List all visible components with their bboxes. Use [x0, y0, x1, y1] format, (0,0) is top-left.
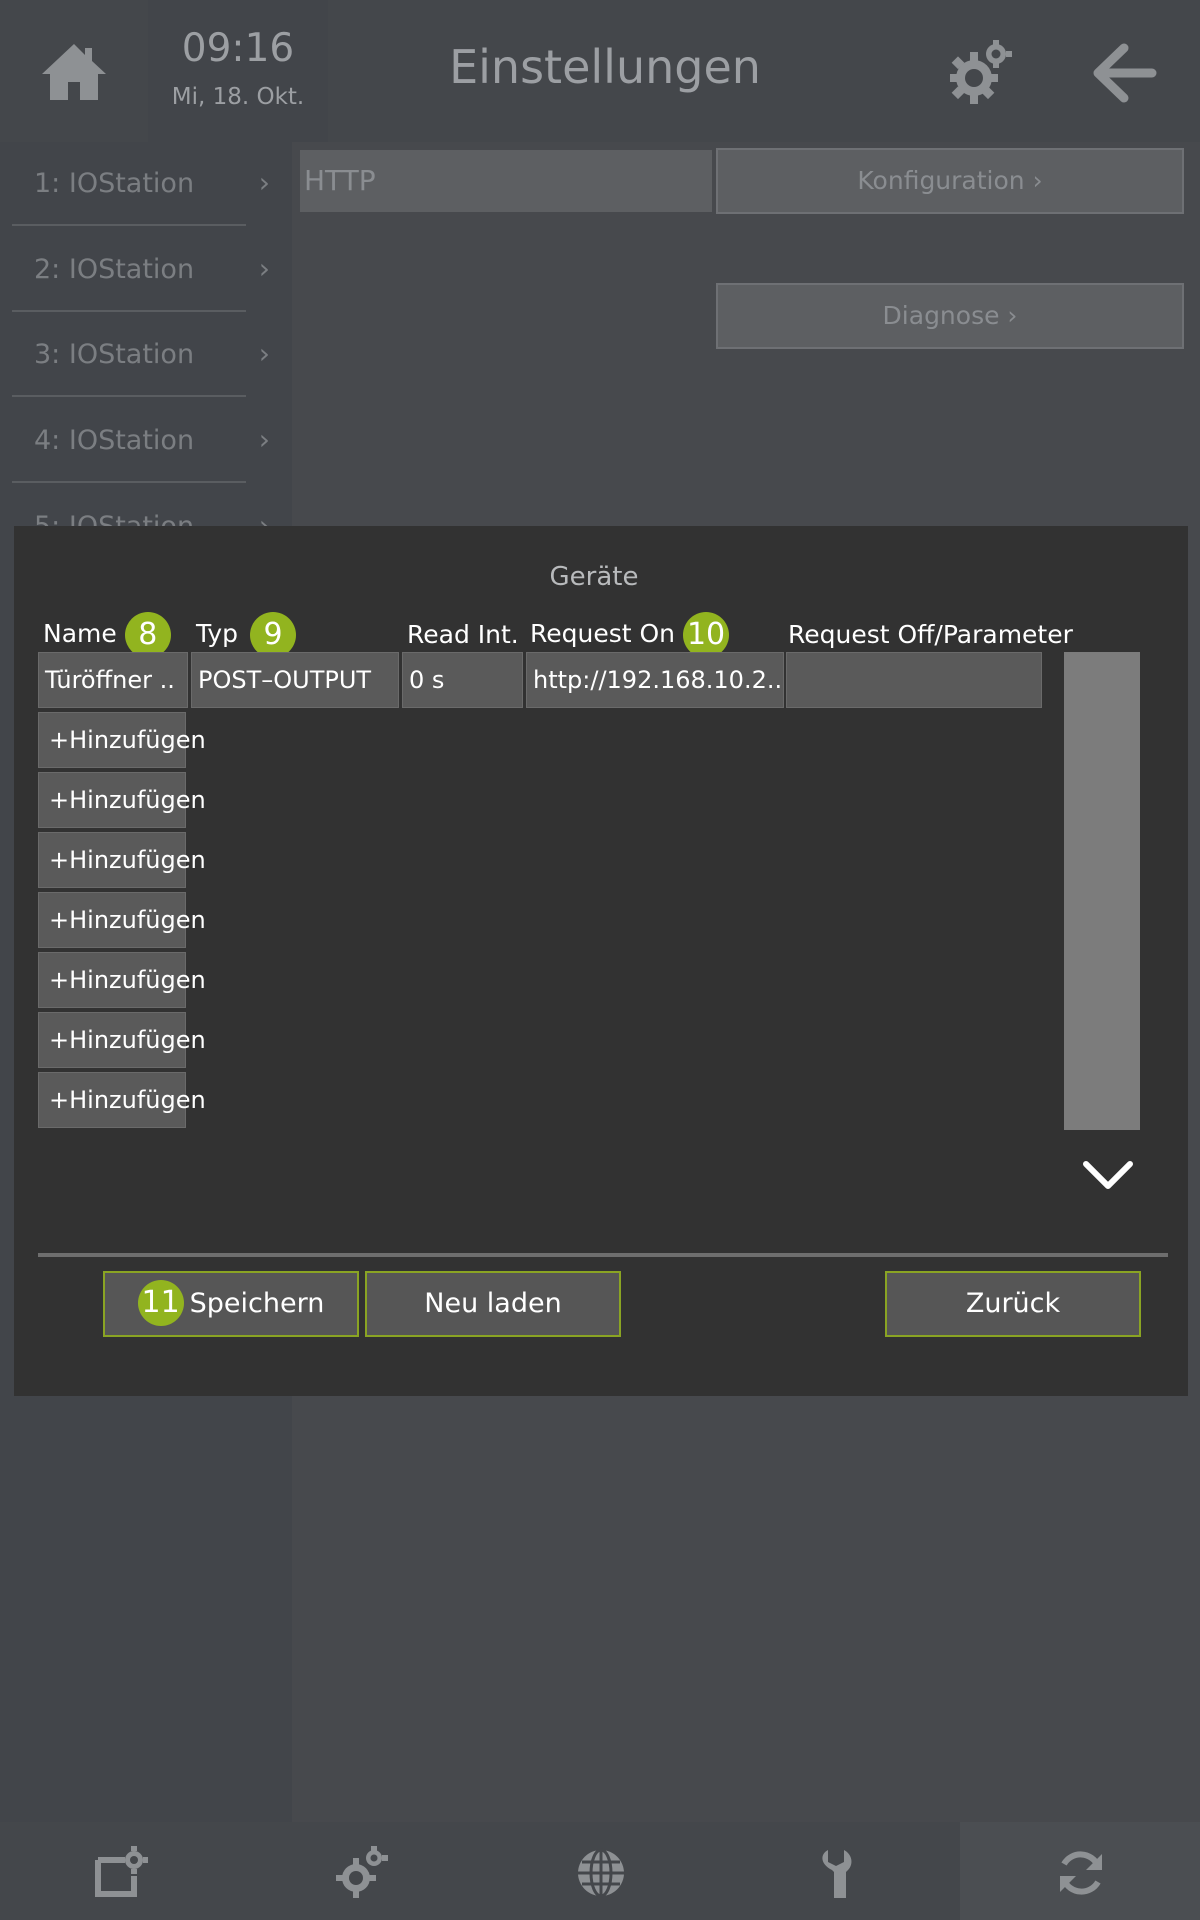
device-request-on-cell[interactable]: http://192.168.10.2.. — [526, 652, 784, 708]
sidebar-item-iostation-3[interactable]: 3: IOStation › — [12, 313, 284, 397]
device-read-interval-cell[interactable]: 0 s — [402, 652, 523, 708]
protocol-label: HTTP — [304, 164, 376, 197]
wrench-icon — [822, 1850, 852, 1898]
arrow-left-icon — [1093, 43, 1157, 103]
chevron-right-icon: › — [258, 166, 270, 199]
settings-button[interactable] — [946, 38, 1014, 106]
settings-window-icon — [95, 1846, 148, 1897]
divider — [12, 395, 246, 397]
divider — [12, 481, 246, 483]
nav-network[interactable] — [574, 1846, 628, 1900]
column-label: Request On — [530, 619, 676, 648]
refresh-icon — [1060, 1851, 1102, 1895]
back-dialog-button[interactable]: Zurück — [885, 1271, 1141, 1337]
divider — [12, 310, 246, 312]
divider — [38, 1253, 1168, 1257]
nav-refresh[interactable] — [1054, 1846, 1108, 1900]
sidebar-item-label: 3: IOStation — [34, 339, 195, 370]
device-name-cell[interactable]: Türöffner .. — [38, 652, 188, 708]
save-button-label: Speichern — [189, 1288, 325, 1319]
clock-time: 09:16 — [181, 26, 295, 71]
device-type-cell[interactable]: POST–OUTPUT — [191, 652, 399, 708]
divider — [12, 224, 246, 226]
chevron-right-icon: › — [258, 337, 270, 370]
gears-icon — [336, 1846, 388, 1898]
sidebar-item-label: 4: IOStation — [34, 425, 195, 456]
sidebar-item-iostation-1[interactable]: 1: IOStation › — [12, 142, 284, 226]
back-button[interactable] — [1090, 38, 1160, 108]
globe-icon — [578, 1848, 624, 1898]
chevron-down-icon — [1083, 1161, 1133, 1189]
nav-settings-window[interactable] — [94, 1846, 148, 1900]
home-icon — [42, 44, 106, 100]
add-device-button[interactable]: +Hinzufügen — [38, 892, 206, 948]
devices-dialog: Geräte Name 8 Typ 9 Read Int. Request On 10… — [14, 526, 1188, 1396]
add-device-button[interactable]: +Hinzufügen — [38, 772, 206, 828]
home-button[interactable] — [38, 36, 110, 108]
callout-badge: 11 — [137, 1279, 184, 1326]
device-request-off-cell[interactable] — [786, 652, 1042, 708]
nav-tools[interactable] — [814, 1846, 868, 1900]
clock: 09:16 Mi, 18. Okt. — [148, 0, 328, 142]
protocol-field[interactable]: HTTP — [300, 150, 712, 212]
clock-date: Mi, 18. Okt. — [171, 84, 305, 110]
configuration-button[interactable]: Konfiguration › — [716, 148, 1184, 214]
add-device-button[interactable]: +Hinzufügen — [38, 1012, 206, 1068]
header-bar: 09:16 Mi, 18. Okt. Einstellungen — [0, 0, 1200, 142]
scroll-down-button[interactable] — [1080, 1156, 1136, 1196]
sidebar-item-iostation-4[interactable]: 4: IOStation › — [12, 399, 284, 483]
bottom-navigation — [0, 1822, 1200, 1920]
add-device-button[interactable]: +Hinzufügen — [38, 712, 206, 768]
sidebar-item-iostation-2[interactable]: 2: IOStation › — [12, 228, 284, 312]
column-label: Name — [43, 619, 117, 648]
add-device-button[interactable]: +Hinzufügen — [38, 952, 206, 1008]
page-title: Einstellungen — [449, 40, 761, 94]
chevron-right-icon: › — [258, 252, 270, 285]
nav-system-settings[interactable] — [334, 1846, 388, 1900]
dialog-title: Geräte — [549, 562, 639, 592]
add-device-button[interactable]: +Hinzufügen — [38, 832, 206, 888]
scrollbar[interactable] — [1064, 652, 1140, 1130]
sidebar-item-label: 2: IOStation — [34, 254, 195, 285]
settings-gear-icon — [950, 40, 1012, 104]
reload-button[interactable]: Neu laden — [365, 1271, 621, 1337]
sidebar-item-label: 1: IOStation — [34, 168, 195, 199]
save-button[interactable]: 11 Speichern — [103, 1271, 359, 1337]
chevron-right-icon: › — [258, 423, 270, 456]
add-device-button[interactable]: +Hinzufügen — [38, 1072, 206, 1128]
column-label: Typ — [196, 619, 239, 648]
diagnose-button[interactable]: Diagnose › — [716, 283, 1184, 349]
